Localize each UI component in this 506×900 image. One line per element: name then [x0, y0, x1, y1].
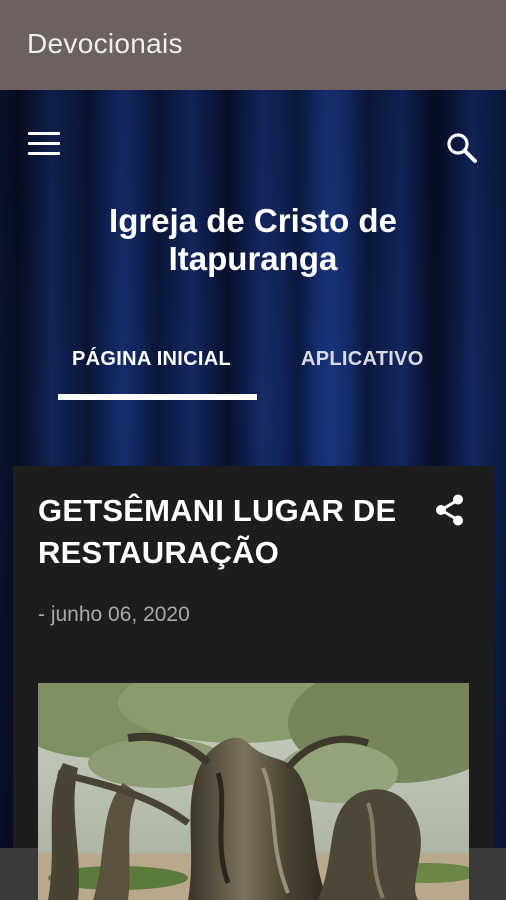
post-image[interactable] — [38, 683, 469, 900]
bottom-edge-right — [469, 848, 506, 900]
active-tab-indicator — [58, 394, 257, 400]
share-icon[interactable] — [432, 492, 468, 528]
post-title[interactable]: GETSÊMANI LUGAR DE RESTAURAÇÃO — [38, 490, 398, 574]
tab-pagina-inicial[interactable]: PÁGINA INICIAL — [72, 348, 231, 371]
app-bar: Devocionais — [0, 0, 506, 90]
bottom-edge-left — [0, 848, 38, 900]
menu-icon[interactable] — [28, 132, 62, 158]
site-title: Igreja de Cristo de Itapuranga — [109, 202, 397, 277]
app-title: Devocionais — [27, 28, 183, 59]
search-icon[interactable] — [444, 130, 480, 166]
tab-bar: PÁGINA INICIAL APLICATIVO — [0, 340, 506, 404]
post-date: - junho 06, 2020 — [38, 603, 190, 626]
tab-aplicativo[interactable]: APLICATIVO — [301, 348, 424, 371]
